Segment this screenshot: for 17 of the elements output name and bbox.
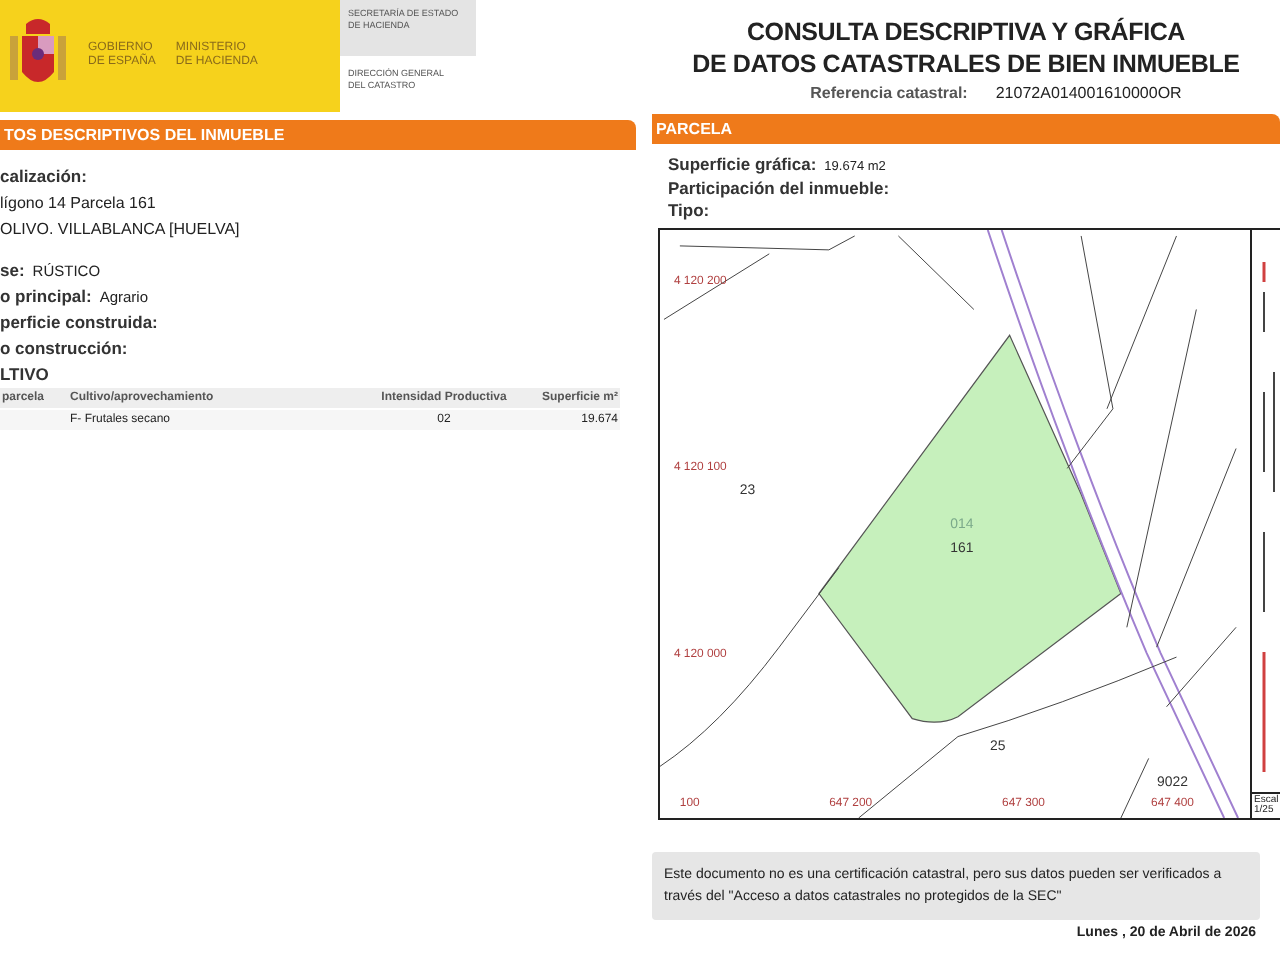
section-header: PARCELA — [652, 114, 1280, 144]
field-label: calización: — [0, 164, 89, 190]
location-text: OLIVO. VILLABLANCA [HUELVA] — [0, 218, 242, 242]
subsection-title: LTIVO — [0, 362, 51, 388]
section-header: TOS DESCRIPTIVOS DEL INMUEBLE — [0, 120, 636, 150]
field-label: se: — [0, 258, 25, 284]
field-label: Tipo: — [668, 200, 710, 222]
field-label: perficie construida: — [0, 310, 158, 336]
document-title: DE DATOS CATASTRALES DE BIEN INMUEBLE — [690, 48, 1242, 80]
field-label: o construcción: — [0, 336, 128, 362]
document-title: CONSULTA DESCRIPTIVA Y GRÁFICA — [744, 16, 1187, 48]
reference-value: 21072A014001610000OR — [995, 84, 1182, 102]
field-label: o principal: — [0, 284, 92, 310]
reference-label: Referencia catastral: — [810, 84, 968, 102]
location-text: lígono 14 Parcela 161 — [0, 192, 158, 216]
field-label: Participación del inmueble: — [668, 178, 890, 200]
field-label: Superficie gráfica: — [668, 154, 817, 176]
